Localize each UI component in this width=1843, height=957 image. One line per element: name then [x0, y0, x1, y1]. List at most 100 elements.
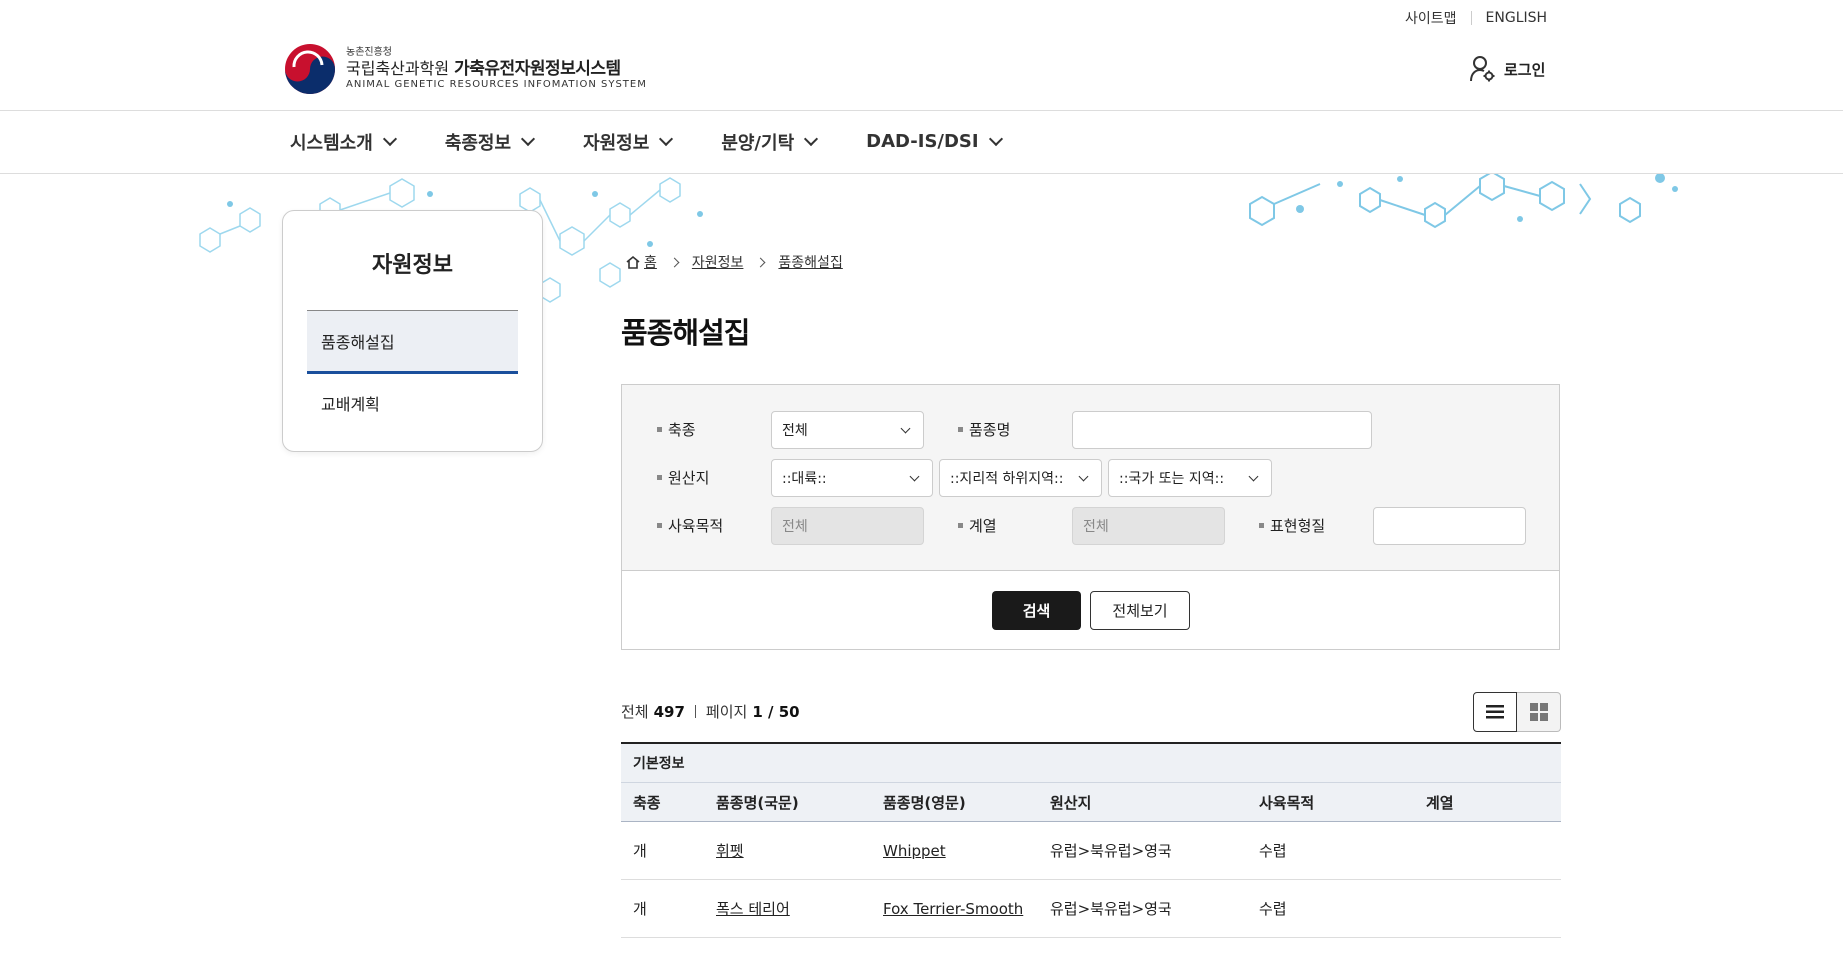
- grid-view-button[interactable]: [1517, 692, 1561, 732]
- logo-system-name: 가축유전자원정보시스템: [454, 59, 621, 79]
- nav-label: 시스템소개: [290, 132, 373, 154]
- nav-dad-is[interactable]: DAD-IS/DSI: [866, 131, 1003, 152]
- purpose-label: 사육목적: [657, 515, 723, 536]
- grid-icon: [1529, 703, 1548, 721]
- logo-org-name: 국립축산과학원: [346, 59, 450, 78]
- side-navigation: 자원정보 품종해설집 교배계획: [282, 210, 543, 452]
- login-button[interactable]: 로그인: [1470, 55, 1545, 83]
- table-row: 개 휘펫 Whippet 유럽>북유럽>영국 수렵: [621, 822, 1561, 880]
- nav-label: 축종정보: [444, 132, 512, 154]
- main-navigation: 시스템소개 축종정보 자원정보 분양/기탁 DAD-IS/DSI: [290, 110, 1051, 173]
- site-logo[interactable]: 농촌진흥청 국립축산과학원 가축유전자원정보시스템 ANIMAL GENETIC…: [284, 43, 647, 95]
- cell-origin: 유럽>북유럽>영국: [1050, 900, 1172, 918]
- lineage-label: 계열: [958, 515, 997, 536]
- chevron-down-icon: [804, 131, 819, 147]
- breadcrumb-home[interactable]: 홈: [644, 252, 657, 272]
- species-select[interactable]: 전체: [771, 411, 924, 449]
- breadcrumb-current[interactable]: 품종해설집: [778, 252, 842, 272]
- nav-resource-info[interactable]: 자원정보: [583, 129, 674, 155]
- nav-system-intro[interactable]: 시스템소개: [290, 129, 397, 155]
- total-count: 497: [653, 702, 685, 721]
- header-name-en: 품종명(영문): [883, 793, 966, 812]
- nav-distribution[interactable]: 분양/기탁: [721, 129, 819, 155]
- country-select[interactable]: ::국가 또는 지역::: [1108, 459, 1272, 497]
- header-lineage: 계열: [1426, 793, 1454, 812]
- chevron-right-icon: [755, 257, 766, 267]
- logo-text: 농촌진흥청 국립축산과학원 가축유전자원정보시스템 ANIMAL GENETIC…: [346, 47, 647, 91]
- nav-species-info[interactable]: 축종정보: [444, 129, 536, 155]
- lineage-select[interactable]: 전체: [1072, 507, 1225, 545]
- cell-name-en-link[interactable]: Fox Terrier-Smooth: [883, 900, 1050, 918]
- list-view-button[interactable]: [1473, 692, 1517, 732]
- logo-org-main: 국립축산과학원 가축유전자원정보시스템: [346, 59, 647, 79]
- subregion-select[interactable]: ::지리적 하위지역::: [939, 459, 1102, 497]
- logo-org-small: 농촌진흥청: [346, 47, 392, 58]
- continent-select[interactable]: ::대륙::: [771, 459, 933, 497]
- user-gear-icon: [1470, 56, 1495, 82]
- chevron-down-icon: [1248, 471, 1259, 482]
- cell-name-en-link[interactable]: Whippet: [883, 842, 946, 860]
- purpose-select[interactable]: 전체: [771, 507, 924, 545]
- chevron-down-icon: [520, 131, 536, 147]
- page-count: 1 / 50: [752, 702, 800, 721]
- cell-origin: 유럽>북유럽>영국: [1050, 842, 1172, 860]
- table-group-header: 기본정보: [621, 744, 1561, 783]
- search-filters: 축종 전체 품종명 원산지 ::대륙:: ::지리적 하위지역:: ::국가 또…: [622, 385, 1559, 571]
- summary-divider: [694, 705, 696, 718]
- breed-table: 기본정보 축종 품종명(국문) 품종명(영문) 원산지 사육목적 계열 개 휘펫…: [621, 742, 1561, 938]
- utility-bar: 사이트맵 ENGLISH: [1405, 8, 1547, 28]
- species-label: 축종: [657, 419, 696, 440]
- nav-label: DAD-IS/DSI: [866, 131, 979, 152]
- logo-english-name: ANIMAL GENETIC RESOURCES INFOMATION SYST…: [346, 79, 647, 90]
- chevron-right-icon: [669, 257, 680, 267]
- chevron-down-icon: [382, 131, 397, 147]
- phenotype-label: 표현형질: [1259, 515, 1325, 536]
- header-species: 축종: [633, 793, 661, 812]
- cell-purpose: 수렵: [1259, 900, 1287, 918]
- page-title: 품종해설집: [621, 316, 750, 350]
- view-all-button[interactable]: 전체보기: [1090, 591, 1190, 630]
- search-button[interactable]: 검색: [992, 591, 1081, 630]
- view-toggle: [1473, 692, 1561, 732]
- side-item-breed-guide[interactable]: 품종해설집: [307, 310, 518, 374]
- chevron-down-icon: [659, 131, 674, 147]
- page-label: 페이지: [705, 703, 748, 721]
- table-row: 개 폭스 테리어 Fox Terrier-Smooth 유럽>북유럽>영국 수렵: [621, 880, 1561, 938]
- subregion-select-value: ::지리적 하위지역::: [950, 471, 1064, 487]
- list-icon: [1486, 705, 1504, 719]
- english-link[interactable]: ENGLISH: [1486, 10, 1548, 26]
- chevron-down-icon: [988, 131, 1003, 147]
- header-purpose: 사육목적: [1259, 793, 1315, 812]
- breadcrumb: 홈 자원정보 품종해설집: [625, 252, 843, 272]
- utility-divider: [1470, 11, 1472, 25]
- cell-name-ko-link[interactable]: 휘펫: [716, 842, 744, 860]
- molecule-decoration-right-icon: [1249, 174, 1678, 229]
- cell-name-ko-link[interactable]: 폭스 테리어: [716, 900, 790, 918]
- cell-species: 개: [633, 842, 647, 860]
- table-header-row: 축종 품종명(국문) 품종명(영문) 원산지 사육목적 계열: [621, 783, 1561, 822]
- nav-label: 분양/기탁: [721, 132, 795, 154]
- breed-name-label: 품종명: [958, 419, 1010, 440]
- nav-label: 자원정보: [583, 132, 650, 154]
- chevron-down-icon: [909, 471, 920, 482]
- home-icon: [626, 255, 640, 269]
- total-label: 전체: [621, 703, 649, 721]
- side-item-breeding-plan[interactable]: 교배계획: [321, 391, 380, 415]
- header-name-ko: 품종명(국문): [716, 793, 799, 812]
- result-summary: 전체 497 페이지 1 / 50: [621, 701, 800, 722]
- phenotype-input[interactable]: [1373, 507, 1526, 545]
- breadcrumb-resource-info[interactable]: 자원정보: [692, 252, 744, 272]
- species-select-value: 전체: [782, 423, 808, 439]
- taegeuk-emblem-icon: [284, 43, 336, 95]
- continent-select-value: ::대륙::: [782, 471, 827, 487]
- chevron-down-icon: [1078, 471, 1089, 482]
- origin-label: 원산지: [657, 467, 709, 488]
- chevron-down-icon: [900, 423, 911, 434]
- breed-name-input[interactable]: [1072, 411, 1372, 449]
- cell-species: 개: [633, 900, 647, 918]
- login-label: 로그인: [1504, 60, 1546, 79]
- sitemap-link[interactable]: 사이트맵: [1405, 8, 1457, 28]
- side-title: 자원정보: [372, 253, 453, 278]
- cell-purpose: 수렵: [1259, 842, 1287, 860]
- header-origin: 원산지: [1050, 793, 1092, 812]
